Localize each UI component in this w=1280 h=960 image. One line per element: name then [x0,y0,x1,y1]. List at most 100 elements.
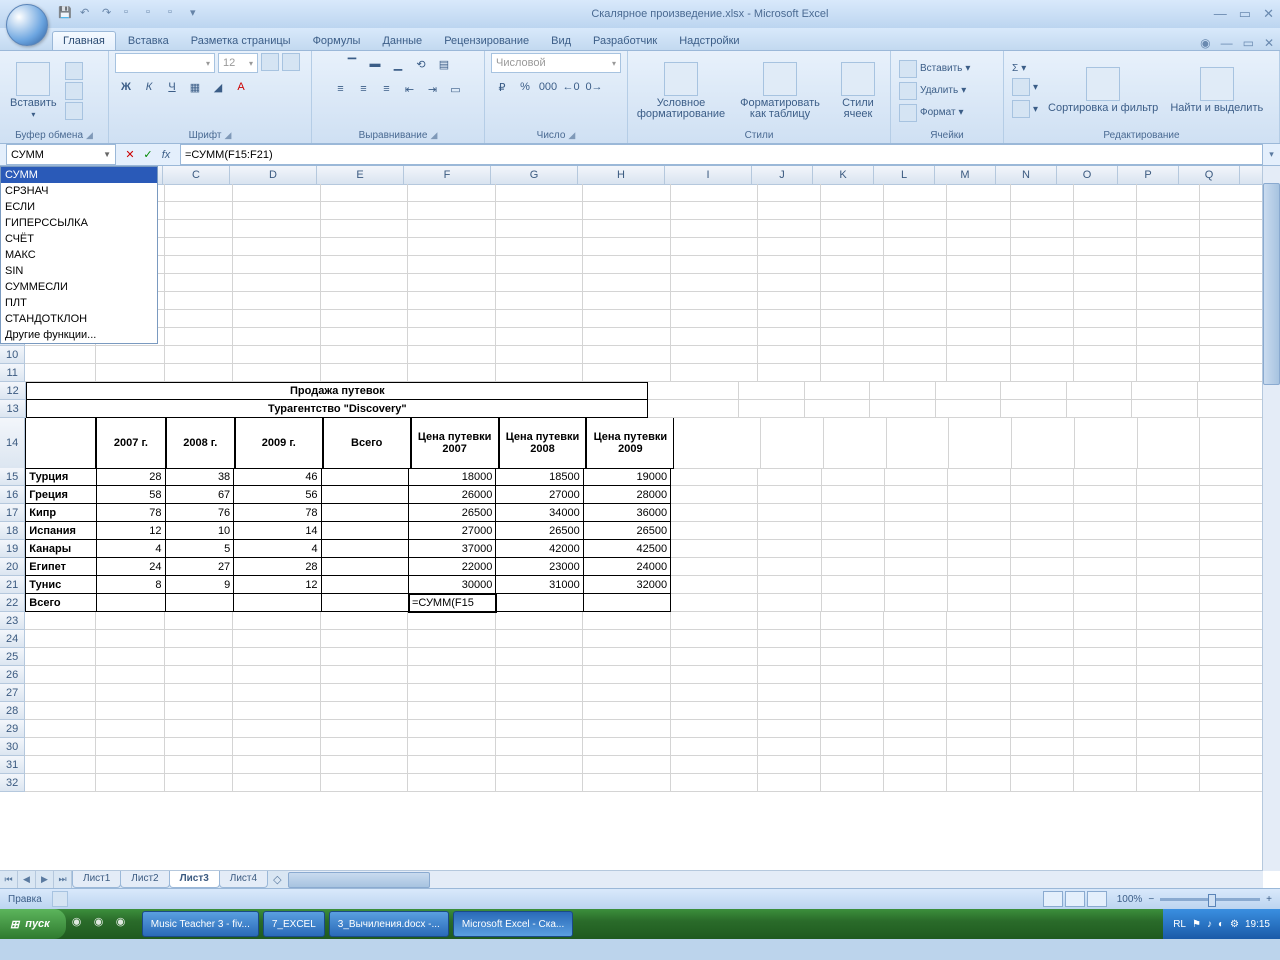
cut-icon[interactable] [65,62,83,80]
ribbon-minimize-icon[interactable]: ― [1221,36,1233,50]
cell[interactable] [671,486,758,504]
cell[interactable] [805,382,870,400]
cell[interactable] [1198,400,1263,418]
cell[interactable]: Канары [25,540,97,558]
cell[interactable] [1200,738,1263,756]
cell[interactable] [948,468,1011,486]
format-as-table-button[interactable]: Форматировать как таблицу [732,60,828,122]
insert-cells-button[interactable]: Вставить ▾ [897,59,972,79]
cell[interactable] [25,684,96,702]
cell[interactable] [1200,756,1263,774]
cell[interactable] [1074,346,1137,364]
cell[interactable] [1074,202,1137,220]
cell[interactable] [758,738,821,756]
cell[interactable] [671,756,758,774]
cell[interactable] [1200,364,1263,382]
col-header[interactable]: L [874,166,935,184]
cell[interactable] [822,504,885,522]
cell[interactable] [408,184,495,202]
cell[interactable] [1200,328,1263,346]
cell[interactable] [1200,310,1263,328]
tray-icon[interactable]: ⚙ [1230,919,1239,930]
cell[interactable] [947,292,1010,310]
cell[interactable] [1011,666,1074,684]
cell[interactable] [321,292,408,310]
cell[interactable]: 12 [234,576,321,594]
view-layout-icon[interactable] [1065,891,1085,907]
cell[interactable]: 36000 [584,504,671,522]
cell[interactable] [1074,504,1137,522]
delete-cells-button[interactable]: Удалить ▾ [897,81,972,101]
cell[interactable] [1200,346,1263,364]
cell[interactable] [885,576,948,594]
cell[interactable] [1011,364,1074,382]
cell[interactable] [1200,184,1263,202]
cell[interactable] [1011,738,1074,756]
cell[interactable] [583,702,670,720]
cell[interactable] [1074,238,1137,256]
help-icon[interactable]: ◉ [1200,36,1210,50]
zoom-slider[interactable] [1160,898,1260,901]
cell[interactable] [321,702,408,720]
cell[interactable] [1137,522,1200,540]
cell[interactable] [1011,292,1074,310]
cell[interactable] [408,648,495,666]
cell[interactable] [1137,220,1200,238]
cell[interactable] [1074,486,1137,504]
cell[interactable] [322,594,409,612]
cell[interactable] [1074,540,1137,558]
cell[interactable] [947,346,1010,364]
cell[interactable]: 28 [234,558,321,576]
cell[interactable] [1011,576,1074,594]
cell[interactable]: Египет [25,558,97,576]
cell[interactable] [322,468,409,486]
cell[interactable] [165,612,234,630]
cell[interactable] [165,684,234,702]
cell[interactable] [1067,400,1132,418]
cell[interactable] [321,220,408,238]
cell[interactable] [671,238,758,256]
ql-icon[interactable]: ◉ [116,915,134,933]
col-header[interactable]: J [752,166,813,184]
cell[interactable] [322,486,409,504]
cell[interactable] [25,418,96,469]
cell[interactable] [1011,540,1074,558]
cell[interactable] [947,648,1010,666]
cell[interactable] [1011,184,1074,202]
cell[interactable] [821,310,884,328]
row-header[interactable]: 23 [0,612,25,630]
ql-icon[interactable]: ◉ [94,915,112,933]
dialog-launcher-icon[interactable]: ◢ [430,130,437,141]
cell[interactable]: 78 [234,504,321,522]
cell[interactable] [671,540,758,558]
cell[interactable] [822,540,885,558]
cell[interactable] [408,238,495,256]
cell[interactable] [885,486,948,504]
cell[interactable] [948,576,1011,594]
cell[interactable] [408,738,495,756]
cell[interactable] [758,328,821,346]
cell[interactable]: Цена путевки 2007 [411,418,499,469]
indent-inc-icon[interactable]: ⇥ [422,78,444,100]
tray-icon[interactable]: ⚑ [1192,919,1201,930]
cell[interactable] [496,684,583,702]
cell[interactable] [165,346,234,364]
cell[interactable] [408,612,495,630]
cell[interactable] [1011,328,1074,346]
cell[interactable]: 23000 [496,558,583,576]
cell[interactable] [165,328,234,346]
cell[interactable] [821,612,884,630]
cell[interactable] [322,558,409,576]
cell[interactable] [321,684,408,702]
func-item[interactable]: СУММ [1,167,157,183]
cell[interactable] [1011,504,1074,522]
cell[interactable]: 27000 [409,522,496,540]
cell[interactable] [496,328,583,346]
format-cells-button[interactable]: Формат ▾ [897,103,972,123]
cell[interactable] [671,612,758,630]
cell[interactable] [758,238,821,256]
cell[interactable] [1200,274,1263,292]
cell[interactable] [233,738,320,756]
cell[interactable] [233,220,320,238]
row-header[interactable]: 13 [0,400,26,418]
